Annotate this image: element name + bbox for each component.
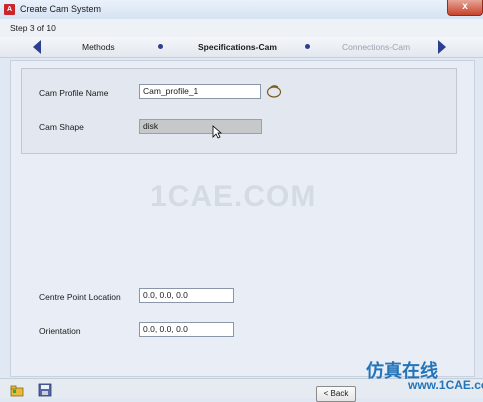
cam-profile-name-input[interactable]: Cam_profile_1: [139, 84, 261, 99]
cam-sketch-icon[interactable]: [266, 84, 282, 98]
wizard-nav-bar: Methods Specifications-Cam Connections-C…: [0, 37, 483, 58]
title-bar: A Create Cam System x: [0, 0, 483, 20]
back-button[interactable]: < Back: [316, 386, 356, 402]
cam-profile-name-label: Cam Profile Name: [39, 88, 109, 98]
window-title: Create Cam System: [20, 4, 102, 14]
tab-specifications-cam[interactable]: Specifications-Cam: [198, 42, 277, 52]
cam-shape-field: disk: [139, 119, 262, 134]
centre-point-location-label: Centre Point Location: [39, 292, 121, 302]
step-indicator-bar: Step 3 of 10: [0, 19, 483, 38]
tab-methods[interactable]: Methods: [82, 42, 115, 52]
mouse-cursor-icon: [212, 125, 223, 139]
next-arrow-icon[interactable]: [437, 40, 447, 54]
centre-point-location-input[interactable]: 0.0, 0.0, 0.0: [139, 288, 234, 303]
save-icon[interactable]: [38, 383, 52, 397]
orientation-input[interactable]: 0.0, 0.0, 0.0: [139, 322, 234, 337]
orientation-label: Orientation: [39, 326, 81, 336]
nav-separator-dot: [158, 44, 163, 49]
app-logo-icon: A: [4, 4, 15, 15]
tab-connections-cam[interactable]: Connections-Cam: [342, 42, 410, 52]
cam-shape-label: Cam Shape: [39, 122, 84, 132]
step-counter: Step 3 of 10: [10, 23, 56, 33]
open-folder-icon[interactable]: [10, 383, 24, 397]
prev-arrow-icon[interactable]: [32, 40, 42, 54]
brand-watermark-url: www.1CAE.com: [408, 378, 483, 392]
watermark-text: 1CAE.COM: [150, 180, 317, 213]
nav-separator-dot: [305, 44, 310, 49]
cam-profile-group: [21, 68, 457, 154]
close-button[interactable]: x: [447, 0, 483, 16]
